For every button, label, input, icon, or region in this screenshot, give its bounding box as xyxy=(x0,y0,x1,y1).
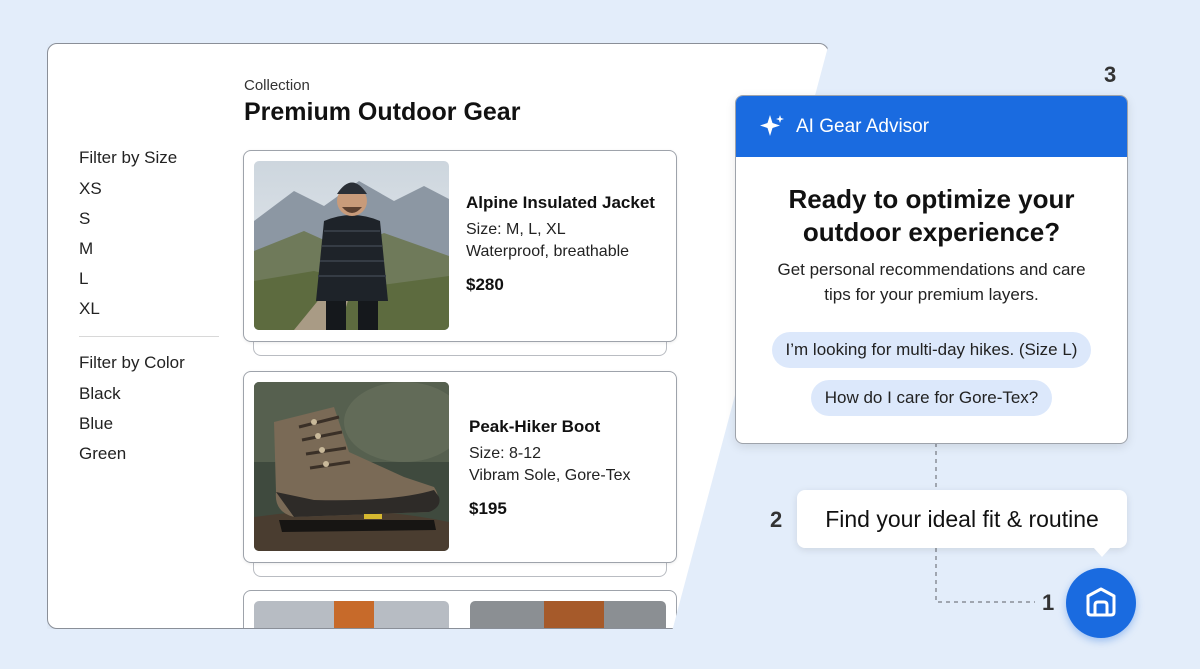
advisor-subtitle-line-1: Get personal recommendations and care xyxy=(777,260,1086,279)
product-card-partial[interactable] xyxy=(243,590,677,628)
product-price: $195 xyxy=(469,499,507,518)
advisor-title-line-1: Ready to optimize your xyxy=(788,184,1075,214)
color-option-black[interactable]: Black xyxy=(79,379,219,409)
advisor-header: AI Gear Advisor xyxy=(736,96,1127,157)
color-filter: Filter by Color Black Blue Green xyxy=(79,353,219,469)
step-3-label: 3 xyxy=(1104,62,1117,87)
advisor-launcher-button[interactable] xyxy=(1066,568,1136,638)
ai-advisor-panel: AI Gear Advisor Ready to optimize your o… xyxy=(735,95,1128,444)
prompt-bubble-tail xyxy=(1093,547,1111,557)
boot-photo xyxy=(254,382,449,551)
size-filter: Filter by Size XS S M L XL xyxy=(79,148,219,324)
size-option-s[interactable]: S xyxy=(79,204,219,234)
store-window: Collection Premium Outdoor Gear Filter b… xyxy=(47,43,829,629)
size-option-m[interactable]: M xyxy=(79,234,219,264)
prompt-bubble-text: Find your ideal fit & routine xyxy=(825,505,1099,532)
color-option-blue[interactable]: Blue xyxy=(79,409,219,439)
advisor-subtitle: Get personal recommendations and care ti… xyxy=(736,257,1127,307)
chat-launcher-icon xyxy=(1086,587,1116,617)
product-feature: Vibram Sole, Gore-Tex xyxy=(469,467,631,484)
size-filter-heading: Filter by Size xyxy=(79,148,178,167)
size-option-xl[interactable]: XL xyxy=(79,294,219,324)
advisor-subtitle-line-2: tips for your premium layers. xyxy=(824,285,1039,304)
advisor-header-title: AI Gear Advisor xyxy=(796,115,930,137)
sparkle-icon xyxy=(760,114,784,136)
step-2-label: 2 xyxy=(770,507,783,532)
product-feature: Waterproof, breathable xyxy=(466,243,630,260)
collection-label: Collection xyxy=(244,77,310,94)
prompt-bubble[interactable]: Find your ideal fit & routine xyxy=(797,490,1127,548)
product-price: $280 xyxy=(466,275,504,294)
page-title: Premium Outdoor Gear xyxy=(244,98,521,126)
size-option-l[interactable]: L xyxy=(79,264,219,294)
advisor-title-line-2: outdoor experience? xyxy=(802,217,1061,247)
advisor-title: Ready to optimize your outdoor experienc… xyxy=(736,183,1127,249)
color-option-green[interactable]: Green xyxy=(79,439,219,469)
product-name: Alpine Insulated Jacket xyxy=(466,193,655,212)
boot-info: Peak-Hiker Boot Size: 8-12 Vibram Sole, … xyxy=(469,417,631,519)
step-1-label: 1 xyxy=(1042,590,1055,615)
size-option-xs[interactable]: XS xyxy=(79,174,219,204)
product-card-jacket[interactable]: Alpine Insulated Jacket Size: M, L, XL W… xyxy=(243,150,677,342)
product-size: Size: 8-12 xyxy=(469,445,542,462)
product-size: Size: M, L, XL xyxy=(466,221,566,238)
partial-product-photos xyxy=(254,601,666,628)
product-card-boot[interactable]: Peak-Hiker Boot Size: 8-12 Vibram Sole, … xyxy=(243,371,677,563)
suggestion-chip-hikes[interactable]: I’m looking for multi-day hikes. (Size L… xyxy=(771,332,1092,368)
product-name: Peak-Hiker Boot xyxy=(469,417,601,436)
jacket-info: Alpine Insulated Jacket Size: M, L, XL W… xyxy=(466,193,655,295)
jacket-photo xyxy=(254,161,449,330)
suggestion-chip-gore-tex[interactable]: How do I care for Gore-Tex? xyxy=(810,380,1053,416)
color-filter-heading: Filter by Color xyxy=(79,353,185,372)
filter-divider xyxy=(79,336,219,337)
